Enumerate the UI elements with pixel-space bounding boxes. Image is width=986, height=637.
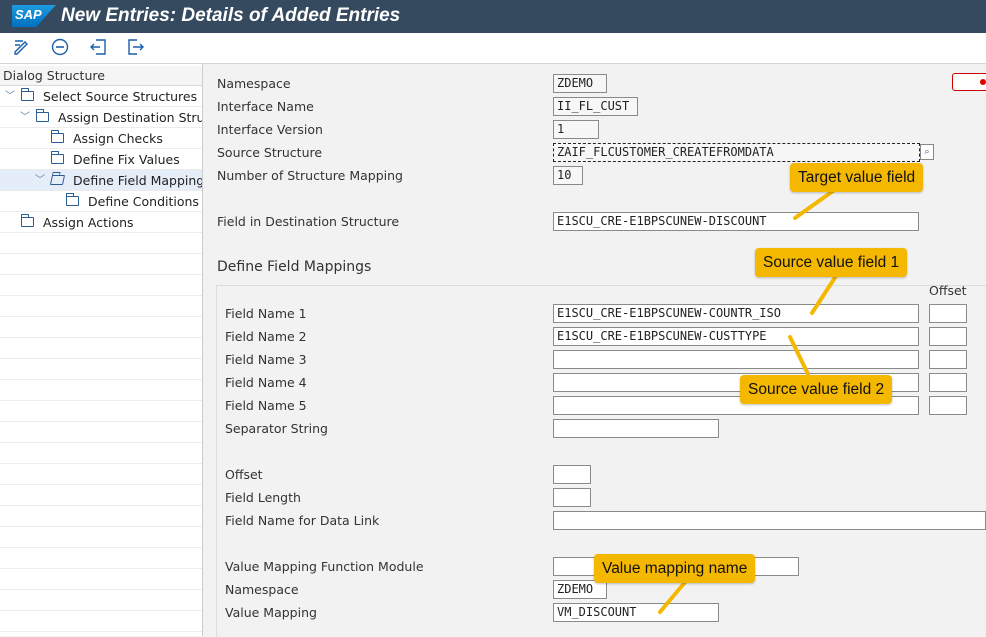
empty-tree-row bbox=[0, 548, 202, 569]
field-name-1-input[interactable]: E1SCU_CRE-E1BPSCUNEW-COUNTR_ISO bbox=[553, 304, 919, 323]
value-mapping-label: Value Mapping bbox=[225, 605, 317, 620]
empty-tree-row bbox=[0, 485, 202, 506]
tree-item-assign-actions[interactable]: Assign Actions bbox=[0, 212, 202, 233]
open-folder-icon bbox=[49, 175, 66, 185]
folder-icon bbox=[51, 151, 64, 164]
field-name-2-label: Field Name 2 bbox=[225, 329, 307, 344]
empty-tree-row bbox=[0, 317, 202, 338]
sap-logo: SAP bbox=[12, 5, 56, 27]
empty-tree-row bbox=[0, 275, 202, 296]
field-mappings-title: Define Field Mappings bbox=[217, 259, 372, 275]
tree-item-label: Define Fix Values bbox=[73, 152, 180, 167]
interface-version-label: Interface Version bbox=[217, 122, 323, 137]
data-link-label: Field Name for Data Link bbox=[225, 513, 380, 528]
red-dot-icon bbox=[980, 79, 986, 85]
minus-circle-icon[interactable] bbox=[49, 37, 71, 59]
display-change-icon[interactable] bbox=[11, 37, 33, 59]
field-length-input[interactable] bbox=[553, 488, 591, 507]
tree-item-label: Assign Actions bbox=[43, 215, 134, 230]
chevron-down-icon[interactable]: ﹀ bbox=[34, 170, 46, 190]
tree-item-label: Assign Destination Structu bbox=[58, 110, 202, 125]
field-name-4-offset[interactable] bbox=[929, 373, 967, 392]
tree-item-select-source-structures[interactable]: ﹀ Select Source Structures bbox=[0, 86, 202, 107]
callout-value-mapping-name: Value mapping name bbox=[594, 554, 756, 583]
tree-item-label: Assign Checks bbox=[73, 131, 163, 146]
empty-tree-row bbox=[0, 590, 202, 611]
field-name-3-input[interactable] bbox=[553, 350, 919, 369]
namespace-label: Namespace bbox=[217, 76, 291, 91]
chevron-down-icon[interactable]: ﹀ bbox=[19, 107, 31, 127]
folder-icon bbox=[21, 88, 34, 101]
folder-icon bbox=[21, 214, 34, 227]
interface-name-field[interactable]: II_FL_CUST bbox=[553, 97, 638, 116]
destination-field-input[interactable]: E1SCU_CRE-E1BPSCUNEW-DISCOUNT bbox=[553, 212, 919, 231]
tree-item-assign-checks[interactable]: Assign Checks bbox=[0, 128, 202, 149]
tree-item-define-fix-values[interactable]: Define Fix Values bbox=[0, 149, 202, 170]
empty-tree-row bbox=[0, 401, 202, 422]
empty-tree-row bbox=[0, 422, 202, 443]
empty-tree-row bbox=[0, 527, 202, 548]
field-name-5-offset[interactable] bbox=[929, 396, 967, 415]
field-name-3-label: Field Name 3 bbox=[225, 352, 307, 367]
tree-item-label: Select Source Structures bbox=[43, 89, 198, 104]
value-help-icon[interactable]: ⌕ bbox=[920, 144, 934, 160]
offset-label: Offset bbox=[225, 467, 263, 482]
empty-tree-row bbox=[0, 233, 202, 254]
separator-string-input[interactable] bbox=[553, 419, 719, 438]
back-icon[interactable] bbox=[87, 37, 109, 59]
field-name-2-offset[interactable] bbox=[929, 327, 967, 346]
empty-tree-row bbox=[0, 338, 202, 359]
tree-item-define-conditions[interactable]: Define Conditions bbox=[0, 191, 202, 212]
application-toolbar bbox=[0, 33, 986, 64]
field-name-1-label: Field Name 1 bbox=[225, 306, 307, 321]
tree-item-label: Define Field Mappings bbox=[73, 173, 202, 188]
separator-string-label: Separator String bbox=[225, 421, 328, 436]
dialog-structure-header: Dialog Structure bbox=[0, 66, 202, 86]
source-structure-label: Source Structure bbox=[217, 145, 323, 160]
field-name-3-offset[interactable] bbox=[929, 350, 967, 369]
field-name-2-input[interactable]: E1SCU_CRE-E1BPSCUNEW-CUSTTYPE bbox=[553, 327, 919, 346]
offset-input[interactable] bbox=[553, 465, 591, 484]
field-name-1-offset[interactable] bbox=[929, 304, 967, 323]
vm-namespace-label: Namespace bbox=[225, 582, 299, 597]
callout-source-value-1: Source value field 1 bbox=[755, 248, 908, 277]
namespace-field[interactable]: ZDEMO bbox=[553, 74, 607, 93]
tree-item-define-field-mappings[interactable]: ﹀ Define Field Mappings bbox=[0, 170, 202, 191]
title-bar: SAP New Entries: Details of Added Entrie… bbox=[0, 0, 986, 33]
empty-tree-row bbox=[0, 359, 202, 380]
error-indicator-button[interactable] bbox=[952, 73, 986, 91]
empty-tree-row bbox=[0, 464, 202, 485]
offset-column-header: Offset bbox=[929, 283, 967, 298]
empty-tree-row bbox=[0, 569, 202, 590]
tree-item-label: Define Conditions bbox=[88, 194, 199, 209]
empty-tree-row bbox=[0, 254, 202, 275]
value-mapping-fm-label: Value Mapping Function Module bbox=[225, 559, 424, 574]
field-length-label: Field Length bbox=[225, 490, 301, 505]
folder-icon bbox=[51, 130, 64, 143]
interface-version-field[interactable]: 1 bbox=[553, 120, 599, 139]
empty-tree-row bbox=[0, 443, 202, 464]
value-mapping-input[interactable]: VM_DISCOUNT bbox=[553, 603, 719, 622]
dialog-structure-panel: Dialog Structure ﹀ Select Source Structu… bbox=[0, 64, 203, 636]
structure-mapping-field[interactable]: 10 bbox=[553, 166, 583, 185]
source-structure-field[interactable]: ZAIF_FLCUSTOMER_CREATEFROMDATA bbox=[553, 143, 920, 162]
tree-item-assign-destination-structure[interactable]: ﹀ Assign Destination Structu bbox=[0, 107, 202, 128]
folder-icon bbox=[66, 193, 79, 206]
field-name-5-label: Field Name 5 bbox=[225, 398, 307, 413]
window-title: New Entries: Details of Added Entries bbox=[61, 5, 401, 26]
folder-icon bbox=[36, 109, 49, 122]
destination-field-label: Field in Destination Structure bbox=[217, 214, 400, 229]
interface-name-label: Interface Name bbox=[217, 99, 314, 114]
data-link-input[interactable] bbox=[553, 511, 986, 530]
empty-tree-row bbox=[0, 611, 202, 632]
exit-icon[interactable] bbox=[125, 37, 147, 59]
structure-mapping-label: Number of Structure Mapping bbox=[217, 168, 403, 183]
empty-tree-row bbox=[0, 380, 202, 401]
callout-source-value-2: Source value field 2 bbox=[740, 375, 893, 404]
chevron-down-icon[interactable]: ﹀ bbox=[4, 86, 16, 106]
field-name-4-label: Field Name 4 bbox=[225, 375, 307, 390]
callout-target-value: Target value field bbox=[790, 163, 924, 192]
empty-tree-row bbox=[0, 506, 202, 527]
empty-tree-row bbox=[0, 296, 202, 317]
